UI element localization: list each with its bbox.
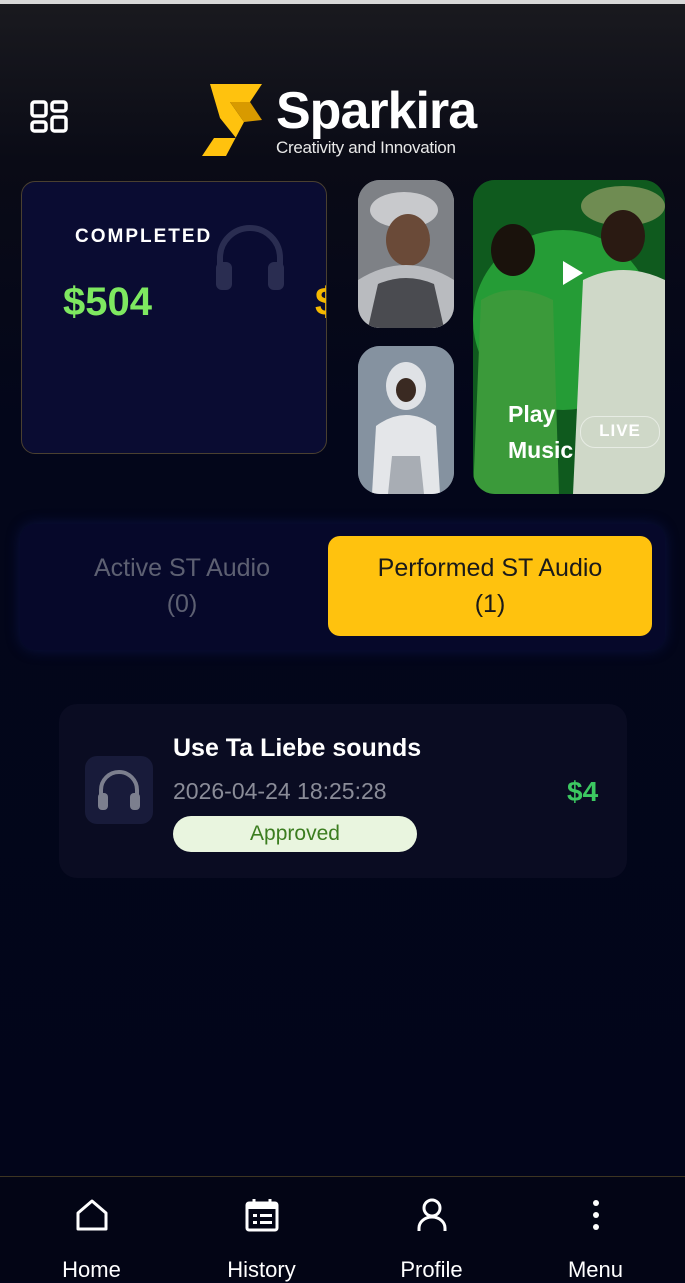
more-vertical-icon [578,1197,614,1233]
completed-amount: $504 [63,280,152,324]
nav-label: Menu [567,1257,624,1282]
headphones-icon [85,756,153,824]
brand-name: Sparkira [276,82,477,140]
play-music-label: Play Music [508,401,574,463]
tab-count: (0) [166,590,198,618]
tab-performed-st-audio[interactable]: Performed ST Audio (1) [328,536,652,636]
calendar-list-icon [244,1197,280,1233]
item-title: Use Ta Liebe sounds [173,734,422,762]
dashboard-grid-icon[interactable] [30,100,70,138]
artist-photo-2[interactable] [358,346,454,494]
home-icon [74,1197,110,1233]
nav-label: Profile [400,1257,463,1282]
completed-earnings-card[interactable]: COMPLETED $504 $ [21,181,327,454]
list-item[interactable]: Use Ta Liebe sounds 2026-04-24 18:25:28 … [59,704,627,878]
nav-home[interactable]: Home [6,1177,177,1282]
sparkira-logo-mark-icon [200,82,266,158]
app-screen: Sparkira Creativity and Innovation COMPL… [0,0,685,1282]
artist-photo-1[interactable] [358,180,454,328]
audio-tabs: Active ST Audio (0) Performed ST Audio (… [20,524,665,650]
tab-count: (1) [474,590,506,618]
nav-label: Home [62,1257,121,1282]
live-badge: LIVE [580,416,660,448]
status-bar-edge [0,0,685,4]
bottom-navigation: Home History Profile Menu [0,1176,685,1282]
person-icon [414,1197,450,1233]
nav-profile[interactable]: Profile [346,1177,517,1282]
tab-label: Performed ST Audio [377,554,603,582]
tab-label: Active ST Audio [93,554,271,582]
nav-label: History [227,1257,296,1282]
status-badge: Approved [173,816,417,852]
tab-active-st-audio[interactable]: Active ST Audio (0) [20,536,344,636]
brand-logo: Sparkira Creativity and Innovation [200,82,490,162]
headphones-watermark-icon [210,218,290,298]
card-label: COMPLETED [75,226,213,247]
play-icon[interactable] [562,260,584,286]
item-datetime: 2026-04-24 18:25:28 [173,778,387,804]
item-price: $4 [567,776,599,807]
brand-tagline: Creativity and Innovation [276,138,456,157]
next-card-amount-peek: $ [315,280,326,325]
nav-history[interactable]: History [176,1177,347,1282]
nav-menu[interactable]: Menu [510,1177,681,1282]
